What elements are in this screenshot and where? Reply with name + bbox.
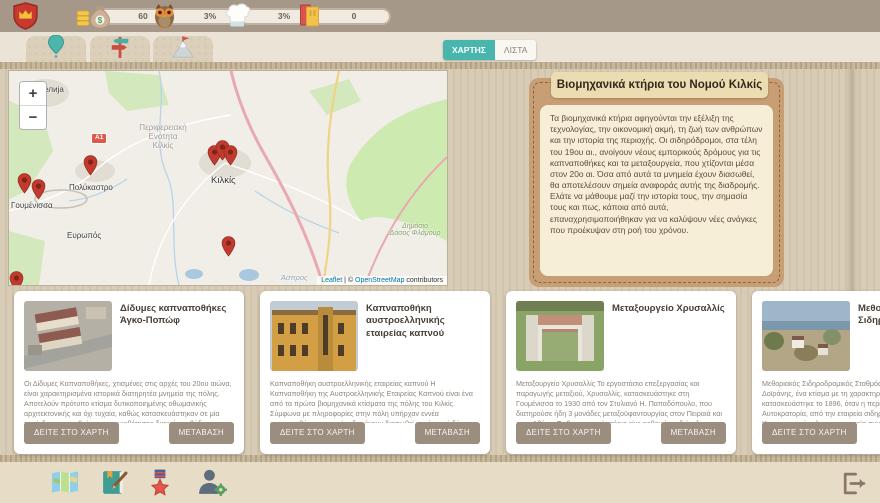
card-title: Μεταξουργείο Χρυσαλλίς [612, 303, 728, 315]
card-description: Οι Δίδυμες Καπναποθήκες, χτισμένες στις … [24, 379, 236, 423]
coins-moneybag-icon: $ [76, 3, 110, 29]
cards-icon [298, 3, 321, 29]
card-thumbnail-twin-warehouses [24, 301, 112, 371]
toggle-map-button[interactable]: ΧΑΡΤΗΣ [443, 40, 495, 60]
chef-hat-icon [224, 3, 251, 29]
map-marker[interactable] [31, 179, 46, 200]
see-on-map-button[interactable]: ΔΕΙΤΕ ΣΤΟ ΧΑΡΤΗ [24, 422, 119, 444]
poi-card: Δίδυμες καπναποθήκες Άγκο-Ποπώφ Οι Δίδυμ… [14, 291, 244, 454]
info-panel-title: Βιομηχανικά κτήρια του Νομού Κιλκίς [551, 72, 768, 98]
osm-link[interactable]: OpenStreetMap [355, 277, 404, 284]
see-on-map-button[interactable]: ΔΕΙΤΕ ΣΤΟ ΧΑΡΤΗ [762, 422, 857, 444]
top-bar: $ 60 3% 3% [0, 0, 880, 32]
cards-value: 0 [309, 8, 391, 25]
exit-icon[interactable] [840, 470, 870, 500]
attribution-separator: | © [342, 277, 355, 284]
card-description: Μεθοριακός Σιδηροδρομικός Σταθμός Ο σιδη… [762, 379, 880, 423]
map-marker[interactable] [223, 145, 238, 166]
attribution-contributors: contributors [404, 277, 443, 284]
motorway-a1-badge: A1 [91, 133, 107, 144]
map-attribution: Leaflet | © OpenStreetMap contributors [317, 276, 447, 285]
map-marker[interactable] [9, 271, 24, 286]
go-to-button[interactable]: ΜΕΤΑΒΑΣΗ [661, 422, 726, 444]
mountain-flag-icon [171, 35, 195, 64]
zoom-in-button[interactable]: + [20, 82, 46, 106]
card-title: Δίδυμες καπναποθήκες Άγκο-Ποπώφ [120, 303, 236, 328]
bottom-bar [0, 462, 880, 503]
resource-cards: 0 [298, 4, 391, 28]
poi-card: Μεταξουργείο Χρυσαλλίς Μεταξουργείο Χρυσ… [506, 291, 736, 454]
card-thumbnail-silk-factory [516, 301, 604, 371]
card-title: Καπναποθήκη αυστροελληνικής εταιρείας κα… [366, 303, 482, 340]
go-to-button[interactable]: ΜΕΤΑΒΑΣΗ [169, 422, 234, 444]
card-title: Μεθοριακός Σιδηροδρομικός Σταθμός [858, 303, 880, 328]
map-marker[interactable] [221, 236, 236, 257]
see-on-map-button[interactable]: ΔΕΙΤΕ ΣΤΟ ΧΑΡΤΗ [516, 422, 611, 444]
see-on-map-button[interactable]: ΔΕΙΤΕ ΣΤΟ ΧΑΡΤΗ [270, 422, 365, 444]
toggle-list-button[interactable]: ΛΙΣΤΑ [495, 40, 537, 60]
info-panel: Βιομηχανικά κτήρια του Νομού Κιλκίς Τα β… [529, 78, 784, 287]
zoom-out-button[interactable]: − [20, 106, 46, 129]
map-icon[interactable] [50, 468, 80, 498]
location-pin-icon [48, 35, 64, 63]
medal-icon[interactable] [148, 468, 178, 498]
map-zoom-control: + − [19, 81, 47, 130]
card-thumbnail-yellow-warehouse [270, 301, 358, 371]
signpost-icon [109, 34, 131, 64]
map-marker[interactable] [83, 155, 98, 176]
poi-card: Μεθοριακός Σιδηροδρομικός Σταθμός Μεθορι… [752, 291, 880, 454]
leaflet-link[interactable]: Leaflet [321, 277, 342, 284]
card-description: Καπναποθήκη αυστροελληνικής εταιρείας κα… [270, 379, 482, 423]
go-to-button[interactable]: ΜΕΤΑΒΑΣΗ [415, 422, 480, 444]
top-ribbon-divider [0, 62, 880, 69]
info-panel-body: Τα βιομηχανικά κτήρια αφηγούνται την εξέ… [540, 105, 773, 276]
tab-locations[interactable] [26, 36, 86, 62]
tab-achievements[interactable] [153, 36, 213, 62]
owl-icon [152, 3, 177, 29]
shield-crown-icon [12, 2, 39, 35]
bottom-ribbon-divider [0, 455, 880, 462]
map-canvas[interactable]: Гевгелија Περιφερειακή Ενότητα Κιλκίς Πο… [8, 70, 448, 286]
tab-row: ΧΑΡΤΗΣ ΛΙΣΤΑ [0, 32, 880, 62]
view-toggle: ΧΑΡΤΗΣ ΛΙΣΤΑ [443, 40, 536, 60]
svg-text:$: $ [98, 16, 103, 25]
tab-routes[interactable] [90, 36, 150, 62]
card-thumbnail-railway-station [762, 301, 850, 371]
user-settings-icon[interactable] [196, 468, 226, 498]
journal-icon[interactable] [100, 468, 130, 498]
card-description: Μεταξουργείο Χρυσαλλίς Το εργοστάσιο επε… [516, 379, 728, 423]
poi-card: Καπναποθήκη αυστροελληνικής εταιρείας κα… [260, 291, 490, 454]
map-marker[interactable] [17, 173, 32, 194]
